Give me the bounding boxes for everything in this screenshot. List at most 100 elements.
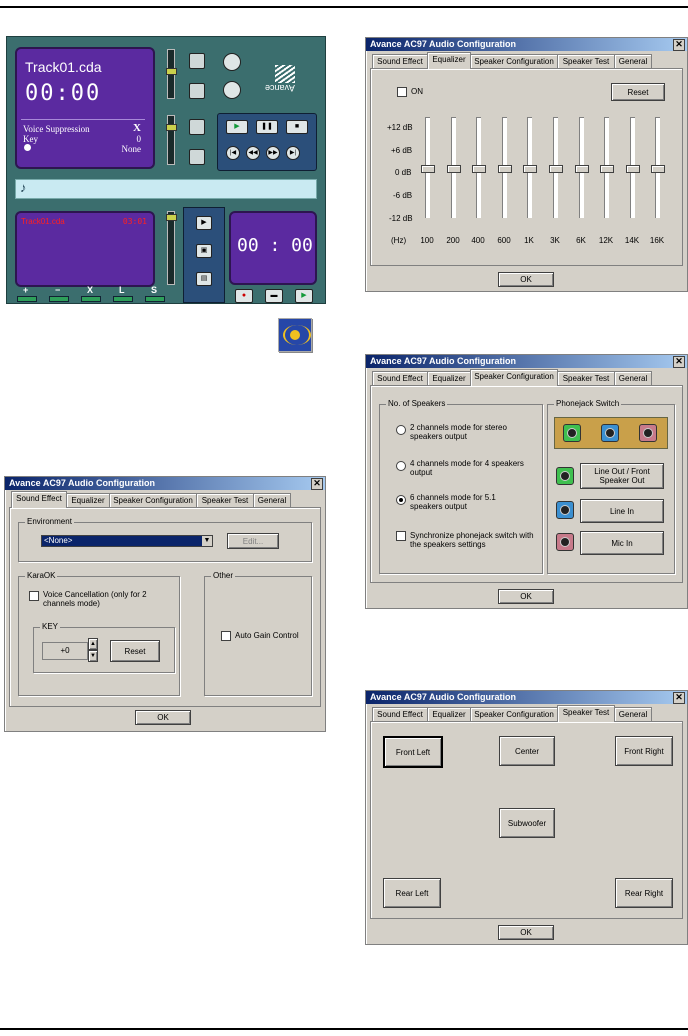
close-icon[interactable]: ✕ [311,478,323,490]
eq-slider-6k[interactable] [575,117,589,218]
tab-equalizer[interactable]: Equalizer [66,493,110,507]
stop-button[interactable]: ■ [286,120,308,134]
eq-slider-knob[interactable] [626,165,640,173]
tab-equalizer[interactable]: Equalizer [427,371,471,385]
sync-phonejack-checkbox[interactable] [396,531,406,541]
tab-sound-effect[interactable]: Sound Effect [11,491,67,508]
rear-left-button[interactable]: Rear Left [383,878,441,908]
key-value-field[interactable]: +0 [42,642,88,660]
minus-button[interactable] [49,296,69,302]
rewind-button[interactable]: ◀◀ [246,146,260,160]
chevron-down-icon[interactable]: ▼ [202,536,212,546]
tab-speaker-test[interactable]: Speaker Test [557,705,615,722]
eq-slider-knob[interactable] [472,165,486,173]
volume-slider-mid[interactable] [166,115,177,165]
tab-speaker-test[interactable]: Speaker Test [557,371,615,385]
radio-2-channels[interactable] [396,425,406,435]
edit-button[interactable]: Edit... [227,533,279,549]
playlist-bar[interactable]: ♪ [15,179,317,199]
key-up-button[interactable]: ▲ [88,638,98,650]
eq-slider-knob[interactable] [651,165,665,173]
play-button[interactable]: ▶ [226,120,248,134]
remove-button[interactable] [81,296,101,302]
ok-button[interactable]: OK [498,925,554,940]
line-in-button[interactable]: Line In [580,499,664,523]
eq-slider-200[interactable] [447,117,461,218]
settings-button[interactable] [189,149,205,165]
eq-reset-button[interactable]: Reset [611,83,665,101]
tab-speaker-test[interactable]: Speaker Test [557,54,615,68]
tab-speaker-configuration[interactable]: Speaker Configuration [470,707,558,721]
environment-select[interactable]: <None> ▼ [41,535,213,547]
tab-sound-effect[interactable]: Sound Effect [372,371,428,385]
eq-slider-knob[interactable] [523,165,537,173]
wave-button[interactable] [189,119,205,135]
voice-cancellation-checkbox[interactable] [29,591,39,601]
previous-track-button[interactable]: |◀ [226,146,240,160]
eq-slider-14k[interactable] [626,117,640,218]
camera-button[interactable] [189,83,205,99]
front-right-button[interactable]: Front Right [615,736,673,766]
next-track-button[interactable]: ▶| [286,146,300,160]
eq-slider-knob[interactable] [447,165,461,173]
folder-icon[interactable] [223,81,241,99]
key-down-button[interactable]: ▼ [88,650,98,662]
tab-sound-effect[interactable]: Sound Effect [372,54,428,68]
tab-speaker-test[interactable]: Speaker Test [196,493,254,507]
tab-speaker-configuration[interactable]: Speaker Configuration [470,54,558,68]
tab-speaker-configuration[interactable]: Speaker Configuration [470,369,558,386]
mic-in-button[interactable]: Mic In [580,531,664,555]
load-button[interactable] [113,296,133,302]
tab-general[interactable]: General [614,371,652,385]
ok-button[interactable]: OK [135,710,191,725]
eq-slider-3k[interactable] [549,117,563,218]
auto-gain-checkbox[interactable] [221,631,231,641]
tab-equalizer[interactable]: Equalizer [427,707,471,721]
line-out-button[interactable]: Line Out / Front Speaker Out [580,463,664,489]
eject-button[interactable]: ▬ [265,289,283,303]
volume-slider-bottom[interactable] [166,211,177,285]
close-icon[interactable]: ✕ [673,692,685,704]
tab-general[interactable]: General [614,54,652,68]
eq-slider-16k[interactable] [651,117,665,218]
tab-speaker-configuration[interactable]: Speaker Configuration [109,493,197,507]
eq-slider-400[interactable] [472,117,486,218]
ok-button[interactable]: OK [498,589,554,604]
voice-suppression-mark[interactable]: X [133,123,141,134]
speaker-tray-icon[interactable] [278,318,312,352]
play-media-button[interactable]: ▶ [196,216,212,230]
eq-slider-knob[interactable] [421,165,435,173]
document-button[interactable]: ▤ [196,272,212,286]
eq-slider-12k[interactable] [600,117,614,218]
pause-button[interactable]: ❚❚ [256,120,278,134]
fast-forward-button[interactable]: ▶▶ [266,146,280,160]
tab-sound-effect[interactable]: Sound Effect [372,707,428,721]
cd-icon[interactable] [223,53,241,71]
eq-slider-knob[interactable] [549,165,563,173]
radio-6-channels[interactable] [396,495,406,505]
save-button[interactable]: ▣ [196,244,212,258]
eq-slider-knob[interactable] [575,165,589,173]
tab-general[interactable]: General [253,493,291,507]
record-button[interactable]: ● [235,289,253,303]
music-note-button[interactable] [189,53,205,69]
eq-slider-100[interactable] [421,117,435,218]
ok-button[interactable]: OK [498,272,554,287]
save-list-button[interactable] [145,296,165,302]
tab-equalizer[interactable]: Equalizer [427,52,471,69]
rear-right-button[interactable]: Rear Right [615,878,673,908]
key-reset-button[interactable]: Reset [110,640,160,662]
radio-4-channels[interactable] [396,461,406,471]
close-icon[interactable]: ✕ [673,39,685,51]
tab-general[interactable]: General [614,707,652,721]
eq-slider-600[interactable] [498,117,512,218]
front-left-button[interactable]: Front Left [383,736,443,768]
subwoofer-button[interactable]: Subwoofer [499,808,555,838]
eq-on-checkbox[interactable] [397,87,407,97]
close-icon[interactable]: ✕ [673,356,685,368]
volume-slider-top[interactable] [166,49,177,99]
center-button[interactable]: Center [499,736,555,766]
eq-slider-knob[interactable] [600,165,614,173]
forward-button[interactable]: ▶ [295,289,313,303]
eq-slider-knob[interactable] [498,165,512,173]
